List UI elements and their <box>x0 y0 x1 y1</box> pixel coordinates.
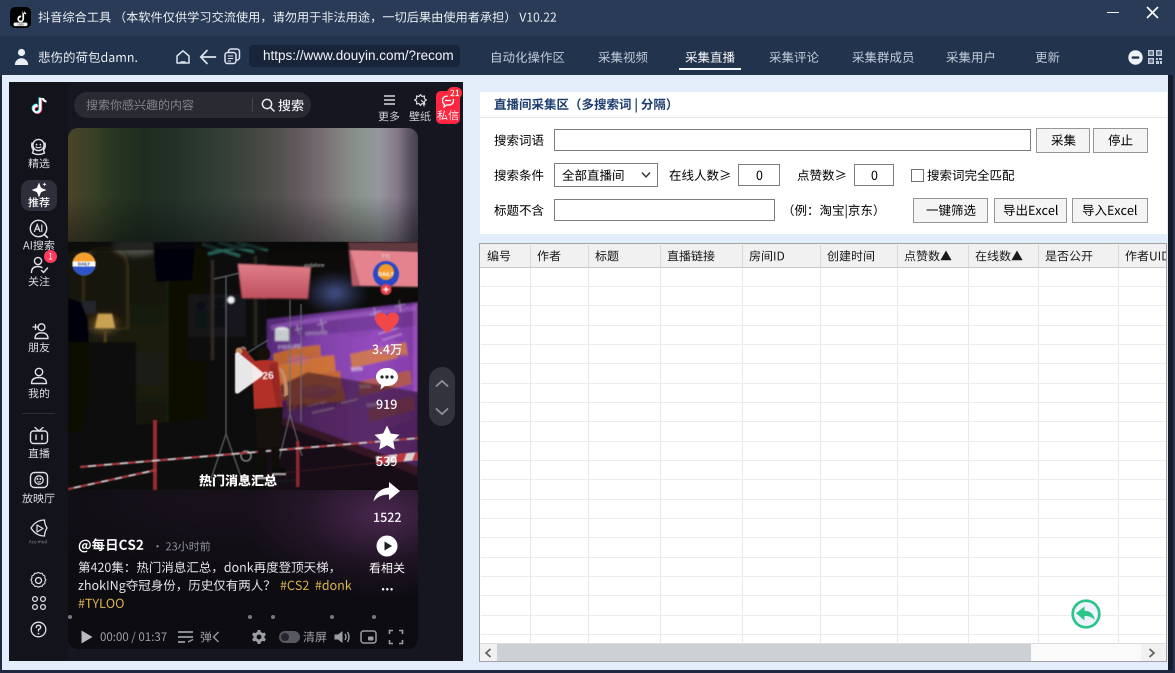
svg-text:TYL: TYL <box>381 254 390 260</box>
svg-text:DAILY: DAILY <box>78 262 90 267</box>
svg-text:26: 26 <box>262 370 275 383</box>
svg-text:DAILY: DAILY <box>378 272 394 278</box>
svg-text:WIN: WIN <box>351 367 363 374</box>
svg-text:1000: 1000 <box>17 23 24 27</box>
svg-text:vodafone: vodafone <box>304 263 325 269</box>
